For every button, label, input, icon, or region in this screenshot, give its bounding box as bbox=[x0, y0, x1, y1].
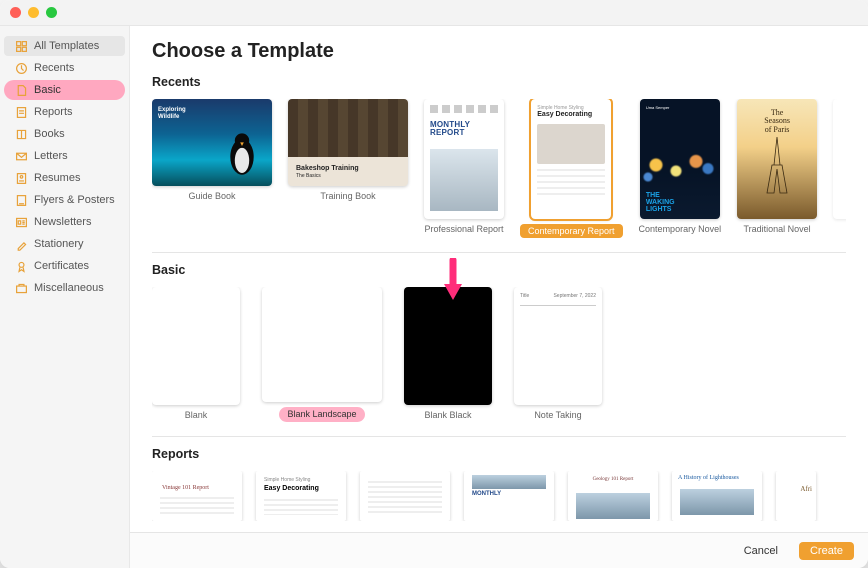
section-heading-reports: Reports bbox=[152, 447, 846, 461]
template-label: Traditional Novel bbox=[743, 224, 810, 234]
sidebar-item-letters[interactable]: Letters bbox=[4, 146, 125, 166]
news-icon bbox=[14, 215, 28, 229]
doc-icon bbox=[14, 83, 28, 97]
resume-icon bbox=[14, 171, 28, 185]
template-report-5[interactable]: Geology 101 Report bbox=[568, 471, 658, 521]
footer-bar: Cancel Create bbox=[130, 532, 868, 568]
sidebar-item-label: Recents bbox=[34, 62, 74, 74]
sidebar-item-label: Letters bbox=[34, 150, 68, 162]
template-label: Blank bbox=[185, 410, 208, 420]
report-icon bbox=[14, 105, 28, 119]
sidebar-item-label: Certificates bbox=[34, 260, 89, 272]
template-label: Contemporary Report bbox=[520, 224, 623, 238]
template-report-6[interactable]: A History of Lighthouses bbox=[672, 471, 762, 521]
sidebar-item-books[interactable]: Books bbox=[4, 124, 125, 144]
sidebar-item-reports[interactable]: Reports bbox=[4, 102, 125, 122]
template-blank-black[interactable]: Blank Black bbox=[404, 287, 492, 420]
template-extra-recents[interactable] bbox=[833, 99, 846, 219]
template-contemporary-novel[interactable]: Uma Semper THEWAKINGLIGHTS Contemporary … bbox=[639, 99, 722, 234]
sidebar-item-miscellaneous[interactable]: Miscellaneous bbox=[4, 278, 125, 298]
template-report-4[interactable]: MONTHLY bbox=[464, 471, 554, 521]
page-title: Choose a Template bbox=[152, 40, 846, 63]
window-close-button[interactable] bbox=[10, 7, 21, 18]
section-heading-basic: Basic bbox=[152, 263, 846, 277]
cert-icon bbox=[14, 259, 28, 273]
template-report-1[interactable]: Vintage 101 Report bbox=[152, 471, 242, 521]
sidebar-item-resumes[interactable]: Resumes bbox=[4, 168, 125, 188]
section-heading-recents: Recents bbox=[152, 75, 846, 89]
main-content: Choose a Template Recents ExploringWildl… bbox=[130, 26, 868, 568]
sidebar-item-label: Basic bbox=[34, 84, 61, 96]
section-divider bbox=[152, 436, 846, 437]
sidebar-item-newsletters[interactable]: Newsletters bbox=[4, 212, 125, 232]
template-label: Blank Black bbox=[424, 410, 471, 420]
recents-row: ExploringWildlife Guide Book Bakeshop Tr… bbox=[152, 99, 846, 244]
template-chooser-window: All Templates Recents Basic Reports Book… bbox=[0, 0, 868, 568]
sidebar-item-label: Flyers & Posters bbox=[34, 194, 115, 206]
sidebar-item-label: Newsletters bbox=[34, 216, 91, 228]
template-note-taking[interactable]: TitleSeptember 7, 2022 Note Taking bbox=[514, 287, 602, 420]
sidebar-item-stationery[interactable]: Stationery bbox=[4, 234, 125, 254]
cancel-button[interactable]: Cancel bbox=[733, 542, 789, 560]
window-titlebar bbox=[0, 0, 868, 26]
template-report-3[interactable] bbox=[360, 471, 450, 521]
clock-icon bbox=[14, 61, 28, 75]
sidebar-item-certificates[interactable]: Certificates bbox=[4, 256, 125, 276]
basic-row: Blank Blank Landscape Blank Black TitleS… bbox=[152, 287, 846, 427]
template-label: Blank Landscape bbox=[279, 407, 364, 421]
stationery-icon bbox=[14, 237, 28, 251]
annotation-arrow-icon bbox=[440, 258, 466, 304]
template-contemporary-report[interactable]: Simple Home Styling Easy Decorating Cont… bbox=[520, 99, 623, 238]
window-zoom-button[interactable] bbox=[46, 7, 57, 18]
template-blank-landscape[interactable]: Blank Landscape bbox=[262, 287, 382, 421]
template-label: Professional Report bbox=[424, 224, 503, 234]
sidebar-item-label: Books bbox=[34, 128, 65, 140]
reports-row: Vintage 101 Report Simple Home Styling E… bbox=[152, 471, 846, 521]
misc-icon bbox=[14, 281, 28, 295]
template-report-2[interactable]: Simple Home Styling Easy Decorating bbox=[256, 471, 346, 521]
sidebar-item-flyers[interactable]: Flyers & Posters bbox=[4, 190, 125, 210]
letter-icon bbox=[14, 149, 28, 163]
template-blank[interactable]: Blank bbox=[152, 287, 240, 420]
template-label: Contemporary Novel bbox=[639, 224, 722, 234]
template-training-book[interactable]: Bakeshop TrainingThe Basics Training Boo… bbox=[288, 99, 408, 201]
window-minimize-button[interactable] bbox=[28, 7, 39, 18]
template-label: Note Taking bbox=[534, 410, 581, 420]
sidebar-item-all-templates[interactable]: All Templates bbox=[4, 36, 125, 56]
sidebar: All Templates Recents Basic Reports Book… bbox=[0, 26, 130, 568]
create-button[interactable]: Create bbox=[799, 542, 854, 560]
sidebar-item-label: Reports bbox=[34, 106, 73, 118]
sidebar-item-recents[interactable]: Recents bbox=[4, 58, 125, 78]
book-icon bbox=[14, 127, 28, 141]
grid-icon bbox=[14, 39, 28, 53]
template-label: Guide Book bbox=[188, 191, 235, 201]
sidebar-item-label: Resumes bbox=[34, 172, 80, 184]
template-guide-book[interactable]: ExploringWildlife Guide Book bbox=[152, 99, 272, 201]
sidebar-item-basic[interactable]: Basic bbox=[4, 80, 125, 100]
sidebar-item-label: Miscellaneous bbox=[34, 282, 104, 294]
sidebar-item-label: Stationery bbox=[34, 238, 84, 250]
template-label: Training Book bbox=[320, 191, 375, 201]
section-divider bbox=[152, 252, 846, 253]
sidebar-item-label: All Templates bbox=[34, 40, 99, 52]
template-report-7[interactable]: Afri bbox=[776, 471, 816, 521]
template-professional-report[interactable]: MONTHLYREPORT Professional Report bbox=[424, 99, 504, 234]
template-traditional-novel[interactable]: TheSeasonsof Paris Traditional Novel bbox=[737, 99, 817, 234]
flyer-icon bbox=[14, 193, 28, 207]
